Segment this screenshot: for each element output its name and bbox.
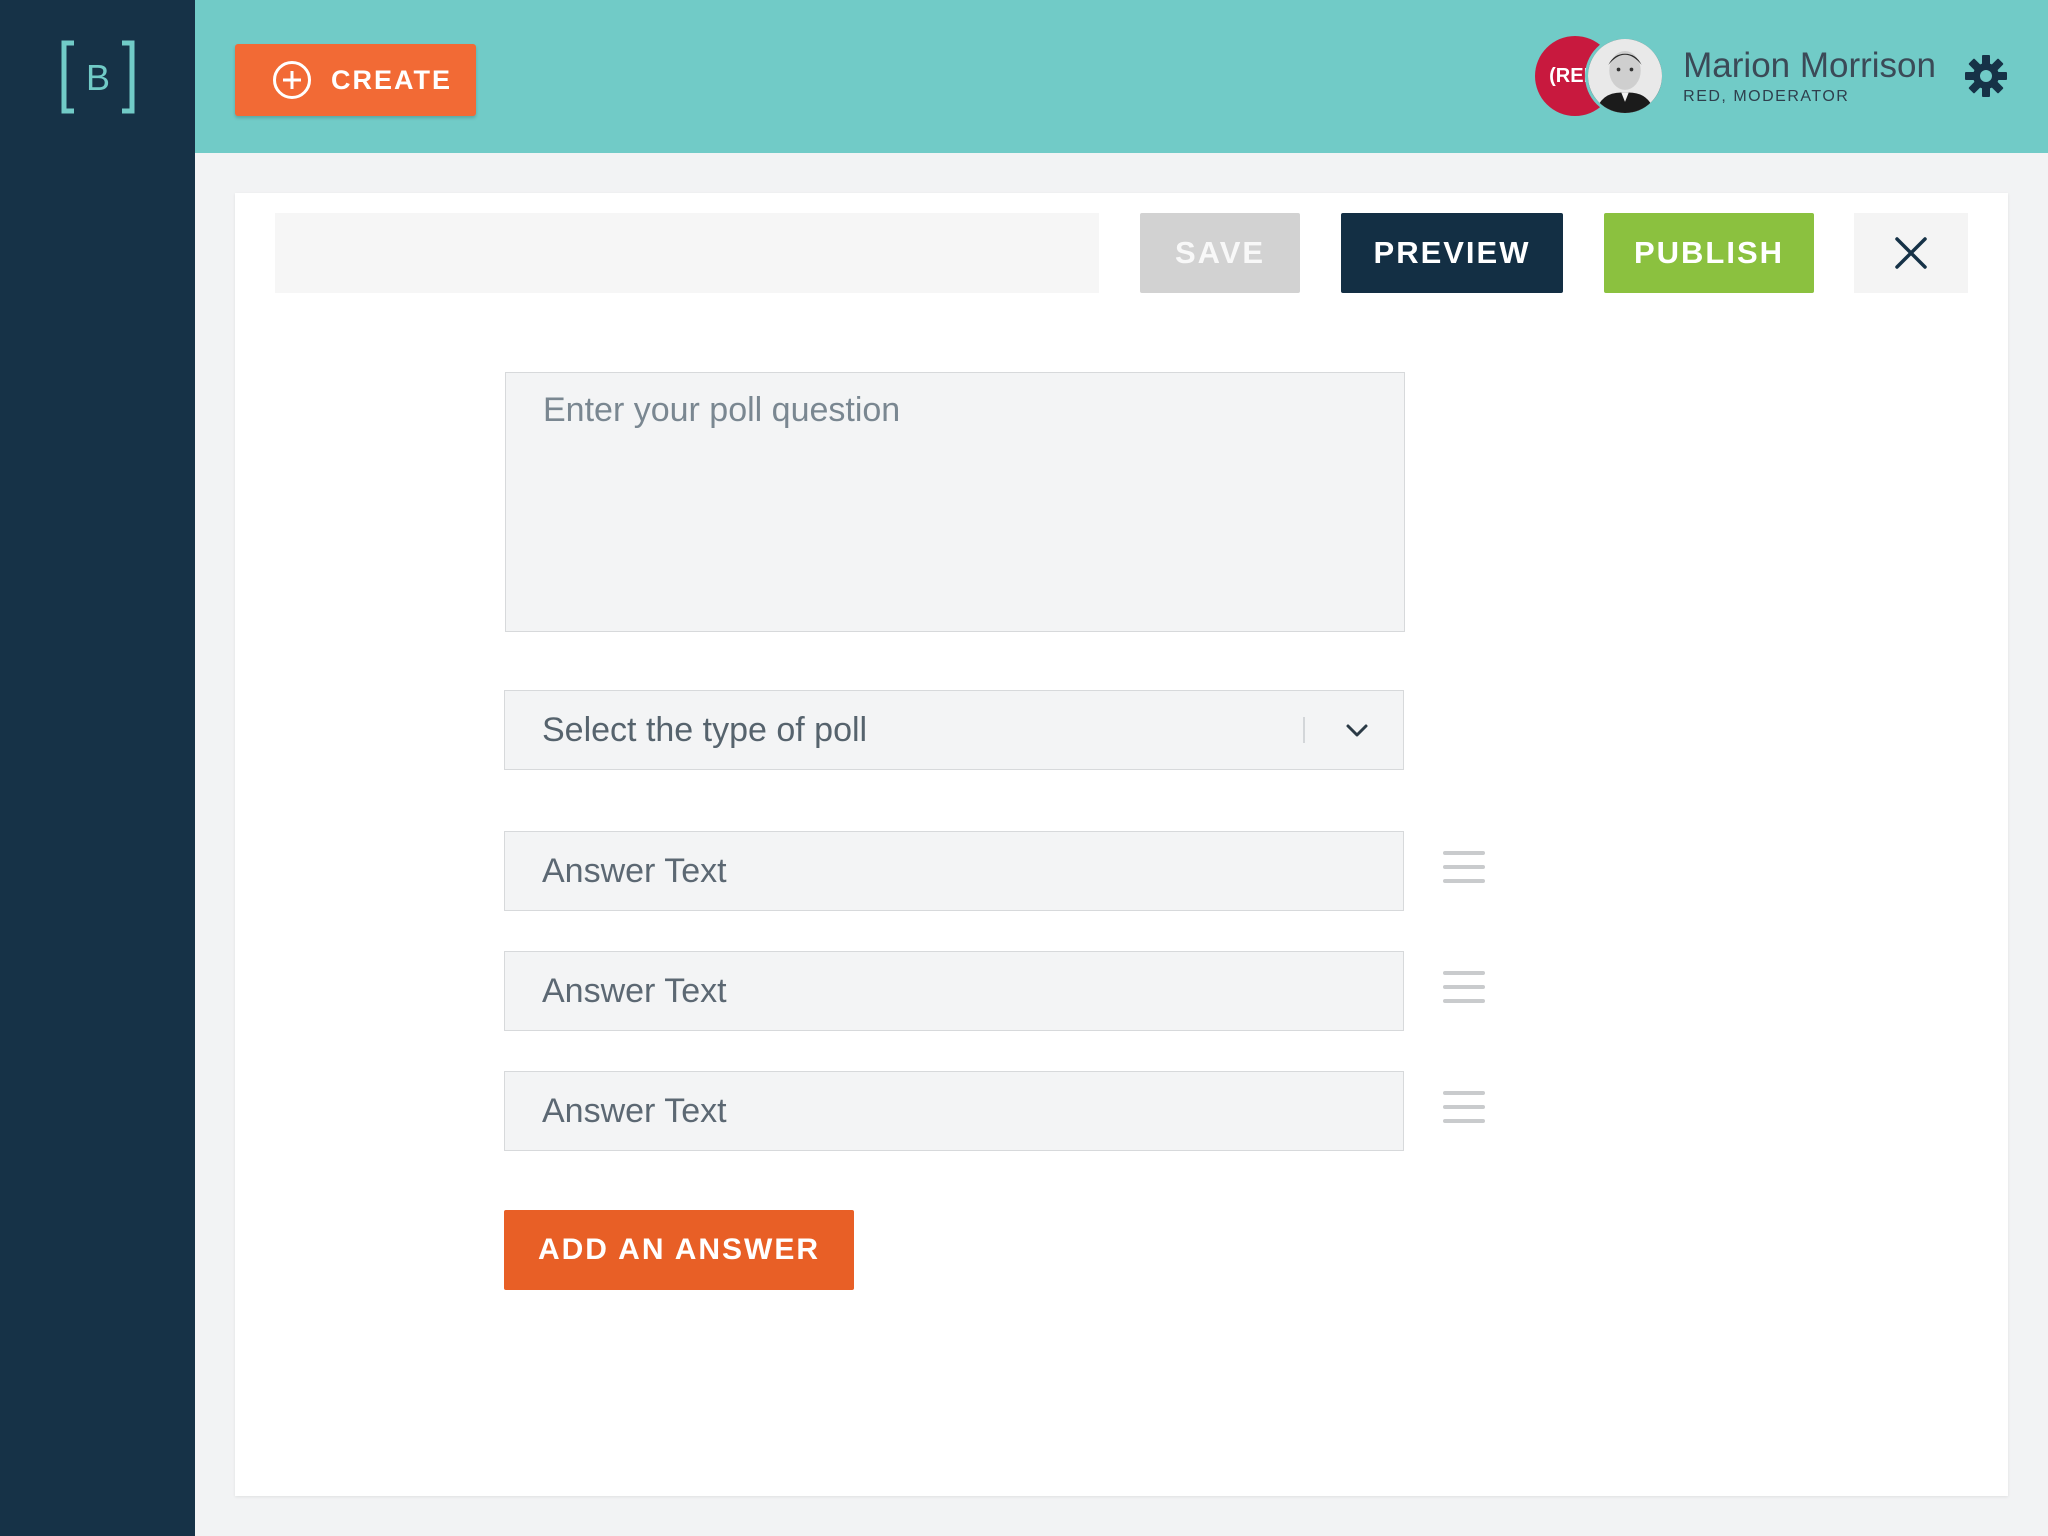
chevron-down-icon (1343, 716, 1371, 744)
answer-row (504, 1071, 1494, 1151)
poll-type-select[interactable]: Select the type of poll (504, 690, 1404, 770)
user-name: Marion Morrison (1683, 46, 1936, 85)
bracket-b-logo[interactable]: B (60, 39, 136, 115)
top-bar: CREATE (RED Marion Morrison RED, MODERAT… (195, 0, 2048, 153)
drag-handle-icon[interactable] (1443, 851, 1485, 891)
create-label: CREATE (331, 64, 453, 95)
answer-input[interactable] (504, 1071, 1404, 1151)
answer-row (504, 951, 1494, 1031)
plus-circle-icon (273, 61, 311, 99)
avatar-group[interactable]: (RED (1535, 34, 1666, 118)
user-role: RED, MODERATOR (1683, 88, 1850, 105)
drag-handle-icon[interactable] (1443, 1091, 1485, 1131)
poll-editor-card: SAVE PREVIEW PUBLISH Select the type of … (235, 193, 2008, 1496)
close-icon (1894, 236, 1928, 270)
logo-letter: B (86, 57, 110, 98)
answer-input[interactable] (504, 831, 1404, 911)
close-button[interactable] (1854, 213, 1968, 293)
select-divider (1303, 717, 1305, 743)
answer-row (504, 831, 1494, 911)
left-sidebar: B (0, 0, 195, 1536)
gear-icon[interactable] (1964, 54, 2008, 98)
create-button[interactable]: CREATE (235, 44, 476, 116)
preview-button[interactable]: PREVIEW (1341, 213, 1563, 293)
answer-input[interactable] (504, 951, 1404, 1031)
poll-question-input[interactable] (505, 372, 1405, 632)
poll-title-input[interactable] (275, 213, 1099, 293)
poll-type-value: Select the type of poll (542, 710, 868, 749)
add-answer-button[interactable]: ADD AN ANSWER (504, 1210, 854, 1290)
publish-button[interactable]: PUBLISH (1604, 213, 1814, 293)
drag-handle-icon[interactable] (1443, 971, 1485, 1011)
save-button[interactable]: SAVE (1140, 213, 1300, 293)
user-profile: (RED Marion Morrison RED, MODERATOR (1535, 34, 2008, 118)
user-info: Marion Morrison RED, MODERATOR (1683, 46, 1936, 106)
user-avatar (1585, 36, 1666, 116)
